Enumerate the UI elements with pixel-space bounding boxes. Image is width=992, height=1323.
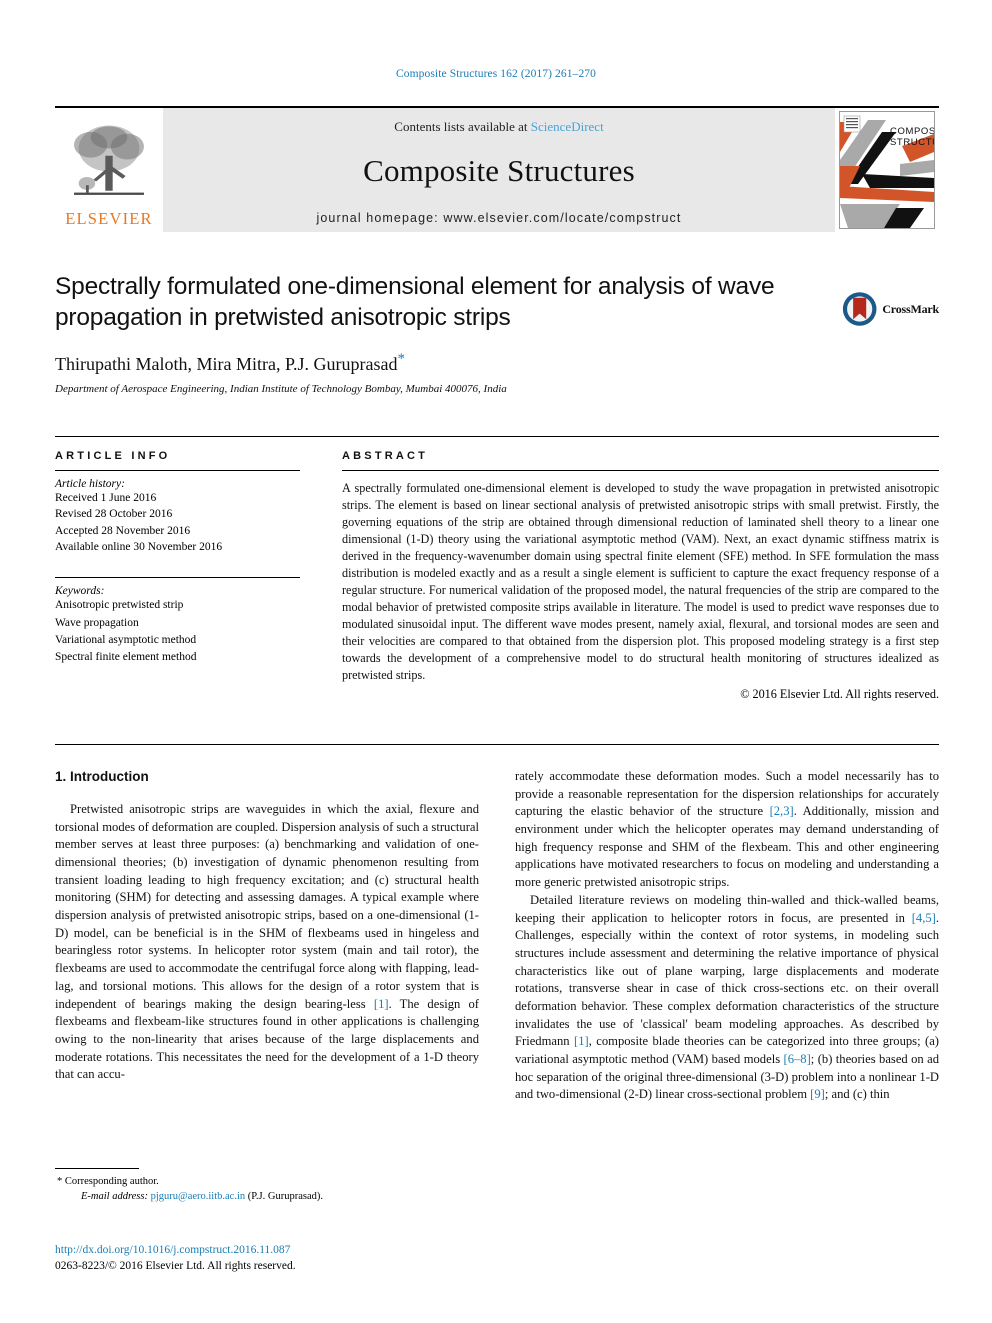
citation-ref[interactable]: [2,3] — [770, 804, 794, 818]
citation-ref[interactable]: [6–8] — [784, 1052, 811, 1066]
corresponding-author-text: Corresponding author. — [64, 1176, 159, 1187]
elsevier-wordmark: ELSEVIER — [65, 208, 153, 228]
author-list: Thirupathi Maloth, Mira Mitra, P.J. Guru… — [55, 351, 939, 375]
body-column-right: rately accommodate these deformation mod… — [515, 768, 939, 1104]
abstract-copyright: © 2016 Elsevier Ltd. All rights reserved… — [740, 687, 939, 702]
cover-title-line1: COMPOSITE — [890, 126, 934, 137]
corresponding-author-note: * Corresponding author. — [55, 1174, 479, 1189]
running-head: Composite Structures 162 (2017) 261–270 — [395, 68, 597, 80]
email-owner: (P.J. Guruprasad). — [247, 1191, 323, 1203]
email-note: E-mail address: pjguru@aero.iitb.ac.in (… — [55, 1189, 479, 1204]
journal-cover-artwork: COMPOSITE STRUCTURES — [840, 112, 934, 228]
doi-link[interactable]: http://dx.doi.org/10.1016/j.compstruct.2… — [55, 1243, 555, 1259]
abstract-rule — [342, 470, 939, 471]
footnote-marker: * — [57, 1176, 63, 1187]
history-received: Received 1 June 2016 — [55, 492, 157, 504]
email-label: E-mail address: — [81, 1191, 148, 1203]
footnote-rule — [55, 1168, 139, 1169]
keyword-item: Spectral finite element method — [55, 651, 197, 664]
abstract-section-bottom-rule — [55, 744, 939, 745]
issn-copyright-line: 0263-8223/© 2016 Elsevier Ltd. All right… — [55, 1259, 296, 1272]
history-revised: Revised 28 October 2016 — [55, 508, 173, 521]
affiliation: Department of Aerospace Engineering, Ind… — [55, 382, 507, 395]
elsevier-logo: ELSEVIER — [55, 108, 163, 232]
history-accepted: Accepted 28 November 2016 — [55, 524, 191, 537]
paragraph-text-a: Detailed literature reviews on modeling … — [515, 892, 939, 925]
journal-homepage-link[interactable]: journal homepage: www.elsevier.com/locat… — [317, 211, 682, 225]
keywords-label: Keywords: — [55, 585, 105, 598]
title-block: CrossMark Spectrally formulated one-dime… — [55, 272, 939, 395]
article-info-rule — [55, 470, 300, 471]
footnote-block: * Corresponding author. E-mail address: … — [55, 1168, 479, 1204]
cover-title-line2: STRUCTURES — [890, 137, 934, 148]
body-columns: 1. Introduction Pretwisted anisotropic s… — [55, 768, 939, 1188]
keyword-item: Variational asymptotic method — [55, 633, 197, 646]
abstract-heading: ABSTRACT — [342, 450, 429, 462]
paper-page: Composite Structures 162 (2017) 261–270 — [0, 0, 992, 1323]
masthead-center-band: Contents lists available at ScienceDirec… — [163, 108, 835, 232]
paragraph-text-a: Pretwisted anisotropic strips are wavegu… — [55, 801, 479, 1011]
info-section-top-rule — [55, 436, 939, 437]
footer-block: http://dx.doi.org/10.1016/j.compstruct.2… — [55, 1243, 555, 1275]
paragraph-text-b: . Challenges, especially within the cont… — [515, 910, 939, 1049]
abstract-text: A spectrally formulated one-dimensional … — [342, 481, 939, 683]
contents-available-line: Contents lists available at ScienceDirec… — [394, 119, 603, 135]
keyword-item: Anisotropic pretwisted strip — [55, 599, 184, 612]
abstract-column: ABSTRACT A spectrally formulated one-dim… — [342, 450, 939, 702]
citation-ref[interactable]: [9] — [810, 1087, 825, 1101]
section-heading-introduction: 1. Introduction — [55, 769, 149, 784]
keywords-rule — [55, 577, 300, 579]
elsevier-tree-icon — [74, 124, 144, 195]
journal-title: Composite Structures — [363, 153, 635, 188]
page-title: Spectrally formulated one-dimensional el… — [55, 273, 775, 331]
crossmark-label: CrossMark — [882, 301, 939, 316]
paragraph-text-e: ; and (c) thin — [824, 1087, 890, 1102]
citation-ref[interactable]: [4,5] — [912, 911, 936, 925]
paragraph: Pretwisted anisotropic strips are wavegu… — [55, 801, 479, 1084]
sciencedirect-link[interactable]: ScienceDirect — [531, 119, 604, 134]
author-names: Thirupathi Maloth, Mira Mitra, P.J. Guru… — [55, 353, 398, 374]
paragraph: rately accommodate these deformation mod… — [515, 768, 939, 892]
journal-cover-thumbnail: COMPOSITE STRUCTURES — [835, 108, 939, 232]
corresponding-author-marker: * — [397, 350, 405, 367]
article-history-label: Article history: — [55, 478, 125, 490]
crossmark-icon — [842, 292, 877, 326]
citation-ref[interactable]: [1] — [574, 1034, 589, 1048]
crossmark-badge[interactable]: CrossMark — [841, 286, 939, 332]
contents-prefix-text: Contents lists available at — [394, 119, 531, 134]
paragraph: Detailed literature reviews on modeling … — [515, 892, 939, 1104]
article-info-heading: ARTICLE INFO — [55, 450, 171, 462]
history-available-online: Available online 30 November 2016 — [55, 540, 223, 553]
keyword-item: Wave propagation — [55, 616, 139, 629]
body-column-left: 1. Introduction Pretwisted anisotropic s… — [55, 768, 479, 1084]
citation-ref[interactable]: [1] — [374, 997, 389, 1011]
journal-masthead: ELSEVIER Contents lists available at Sci… — [55, 106, 939, 232]
email-link[interactable]: pjguru@aero.iitb.ac.in — [151, 1191, 246, 1202]
article-info-column: ARTICLE INFO Article history: Received 1… — [55, 450, 305, 666]
